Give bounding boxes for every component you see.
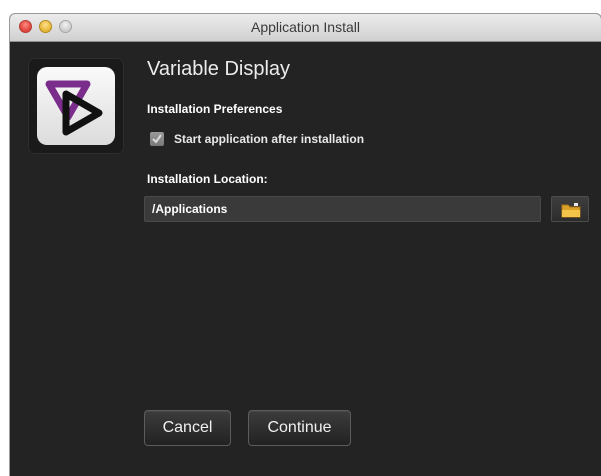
continue-button[interactable]: Continue	[248, 410, 351, 446]
preferences-heading: Installation Preferences	[147, 102, 283, 116]
title-bar[interactable]: Application Install	[10, 14, 601, 42]
folder-icon	[561, 203, 581, 218]
install-location-field[interactable]: /Applications	[144, 196, 541, 222]
app-name: Variable Display	[147, 58, 291, 80]
window-title: Application Install	[251, 19, 360, 35]
browse-folder-button[interactable]	[551, 196, 589, 222]
installer-window: Application Install Variable Display Ins…	[10, 14, 601, 476]
app-icon-frame	[28, 58, 124, 154]
checkmark-icon	[152, 134, 162, 144]
cancel-button[interactable]: Cancel	[144, 410, 231, 446]
start-after-install-label[interactable]: Start application after installation	[174, 132, 364, 146]
install-location-value: /Applications	[152, 202, 228, 216]
start-after-install-checkbox[interactable]	[150, 132, 164, 146]
location-heading: Installation Location:	[147, 172, 268, 186]
variable-display-logo-icon	[37, 67, 115, 145]
